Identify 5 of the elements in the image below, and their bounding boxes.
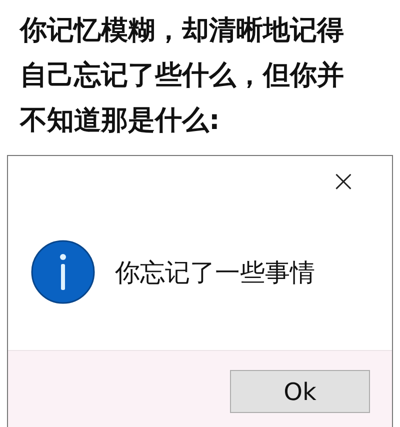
close-button[interactable]: × <box>330 170 356 194</box>
caption-text: 你记忆模糊，却清晰地记得自己忘记了些什么，但你并不知道那是什么: <box>20 14 345 138</box>
info-icon <box>31 240 95 304</box>
ok-button[interactable]: Ok <box>230 370 370 413</box>
message-text: 你忘记了一些事情 <box>115 256 315 288</box>
